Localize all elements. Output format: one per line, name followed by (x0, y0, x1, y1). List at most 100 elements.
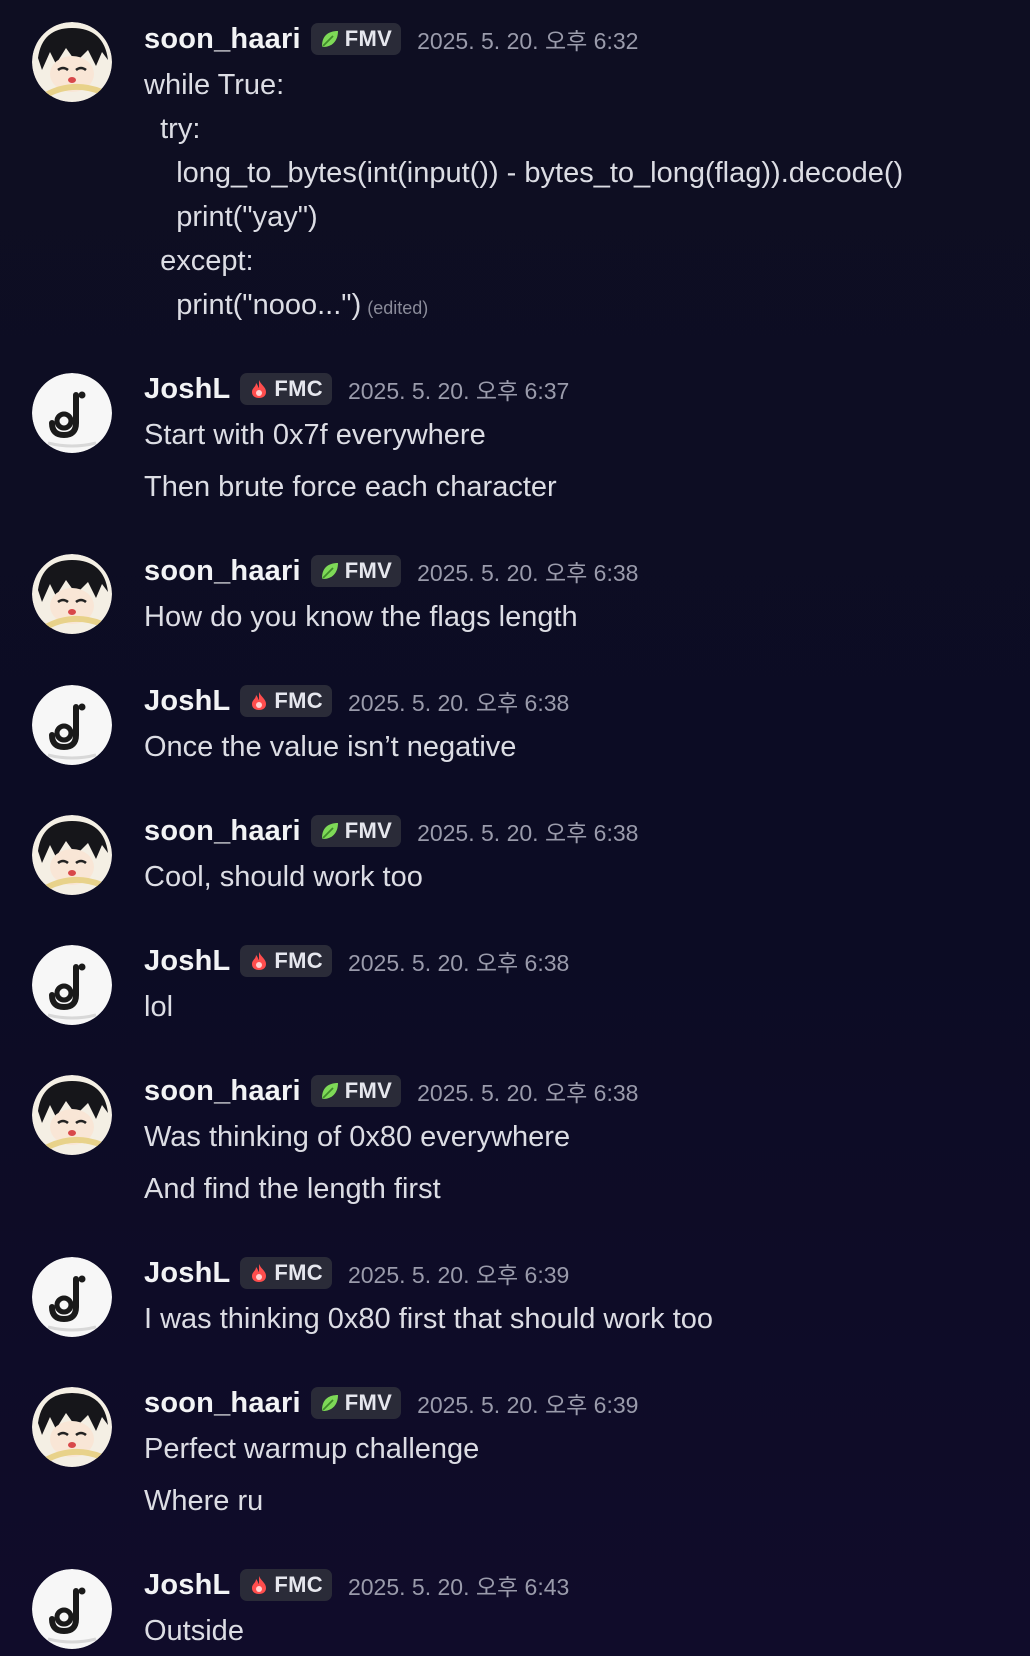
message-header: soon_haari FMV 2025. 5. 20. 오후 6:38 (144, 554, 638, 588)
username[interactable]: soon_haari (144, 23, 301, 56)
j-logo-avatar-icon (32, 1257, 112, 1337)
message-text-line: print("yay") (144, 201, 318, 233)
flame-icon (252, 1264, 267, 1282)
message-header: soon_haari FMV 2025. 5. 20. 오후 6:38 (144, 1074, 638, 1108)
username[interactable]: JoshL (144, 1257, 230, 1290)
guild-tag-label: FMC (274, 688, 323, 713)
message-header: JoshL FMC 2025. 5. 20. 오후 6:38 (144, 944, 569, 978)
message-text-line: long_to_bytes(int(input()) - bytes_to_lo… (144, 157, 904, 189)
timestamp[interactable]: 2025. 5. 20. 오후 6:39 (417, 1386, 638, 1420)
timestamp[interactable]: 2025. 5. 20. 오후 6:39 (348, 1256, 569, 1290)
guild-tag-label: FMC (274, 376, 323, 401)
message-text-line: How do you know the flags length (144, 601, 578, 633)
flame-icon (252, 692, 267, 710)
message-header: JoshL FMC 2025. 5. 20. 오후 6:38 (144, 684, 569, 718)
username[interactable]: soon_haari (144, 555, 301, 588)
guild-tag-label: FMC (274, 1572, 323, 1597)
message-text-line: Once the value isn’t negative (144, 731, 517, 763)
avatar[interactable] (32, 945, 112, 1025)
guild-tag-badge[interactable]: FMV (310, 815, 402, 847)
guild-tag-badge[interactable]: FMC (240, 1257, 332, 1289)
message-text-line: Outside (144, 1615, 244, 1647)
avatar[interactable] (32, 22, 112, 102)
message-header: soon_haari FMV 2025. 5. 20. 오후 6:38 (144, 814, 638, 848)
avatar[interactable] (32, 1075, 112, 1155)
leaf-icon (321, 1083, 338, 1099)
message-text-line: print("nooo...") (edited) (144, 285, 428, 328)
username[interactable]: JoshL (144, 685, 230, 718)
message-header: JoshL FMC 2025. 5. 20. 오후 6:37 (144, 372, 569, 406)
timestamp[interactable]: 2025. 5. 20. 오후 6:38 (417, 814, 638, 848)
guild-tag-badge[interactable]: FMC (240, 373, 332, 405)
message-text-line: try: (144, 113, 201, 145)
username[interactable]: JoshL (144, 373, 230, 406)
anime-girl-avatar-icon (32, 554, 112, 634)
guild-tag-badge[interactable]: FMV (310, 1075, 402, 1107)
guild-tag-label: FMV (344, 1078, 393, 1103)
guild-tag-label: FMC (274, 1260, 323, 1285)
timestamp[interactable]: 2025. 5. 20. 오후 6:38 (348, 684, 569, 718)
guild-tag-badge[interactable]: FMC (240, 1569, 332, 1601)
message-header: JoshL FMC 2025. 5. 20. 오후 6:39 (144, 1256, 569, 1290)
message-text-line: Cool, should work too (144, 861, 423, 893)
anime-girl-avatar-icon (32, 1075, 112, 1155)
flame-icon (252, 1576, 267, 1594)
username[interactable]: soon_haari (144, 1075, 301, 1108)
message-text-line: except: (144, 245, 254, 277)
guild-tag-badge[interactable]: FMC (240, 945, 332, 977)
j-logo-avatar-icon (32, 373, 112, 453)
timestamp[interactable]: 2025. 5. 20. 오후 6:38 (417, 1074, 638, 1108)
message-text-line: Where ru (144, 1485, 264, 1517)
anime-girl-avatar-icon (32, 815, 112, 895)
anime-girl-avatar-icon (32, 1387, 112, 1467)
leaf-icon (321, 31, 338, 47)
timestamp[interactable]: 2025. 5. 20. 오후 6:37 (348, 372, 569, 406)
username[interactable]: JoshL (144, 945, 230, 978)
leaf-icon (321, 563, 338, 579)
avatar[interactable] (32, 685, 112, 765)
message-text: print("nooo...") (144, 289, 362, 321)
edited-label: (edited) (367, 298, 429, 318)
message-text-line: Was thinking of 0x80 everywhere (144, 1121, 571, 1153)
guild-tag-label: FMV (344, 26, 393, 51)
message-header: soon_haari FMV 2025. 5. 20. 오후 6:32 (144, 22, 638, 56)
message-text-line: Perfect warmup challenge (144, 1433, 480, 1465)
guild-tag-label: FMV (344, 818, 393, 843)
j-logo-avatar-icon (32, 945, 112, 1025)
timestamp[interactable]: 2025. 5. 20. 오후 6:38 (348, 944, 569, 978)
flame-icon (252, 380, 267, 398)
guild-tag-badge[interactable]: FMV (310, 555, 402, 587)
timestamp[interactable]: 2025. 5. 20. 오후 6:38 (417, 554, 638, 588)
message-header: JoshL FMC 2025. 5. 20. 오후 6:43 (144, 1568, 569, 1602)
flame-icon (252, 952, 267, 970)
message-text-line: lol (144, 991, 174, 1023)
j-logo-avatar-icon (32, 1569, 112, 1649)
message-text-line: Then brute force each character (144, 471, 557, 503)
timestamp[interactable]: 2025. 5. 20. 오후 6:43 (348, 1568, 569, 1602)
message-text-line: And find the length first (144, 1173, 441, 1205)
avatar[interactable] (32, 373, 112, 453)
guild-tag-label: FMC (274, 948, 323, 973)
timestamp[interactable]: 2025. 5. 20. 오후 6:32 (417, 22, 638, 56)
username[interactable]: soon_haari (144, 815, 301, 848)
leaf-icon (321, 823, 338, 839)
leaf-icon (321, 1395, 338, 1411)
anime-girl-avatar-icon (32, 22, 112, 102)
avatar[interactable] (32, 1257, 112, 1337)
guild-tag-label: FMV (344, 558, 393, 583)
avatar[interactable] (32, 1569, 112, 1649)
username[interactable]: soon_haari (144, 1387, 301, 1420)
message-header: soon_haari FMV 2025. 5. 20. 오후 6:39 (144, 1386, 638, 1420)
message-text-line: Start with 0x7f everywhere (144, 419, 486, 451)
guild-tag-badge[interactable]: FMV (310, 23, 402, 55)
avatar[interactable] (32, 554, 112, 634)
guild-tag-badge[interactable]: FMC (240, 685, 332, 717)
username[interactable]: JoshL (144, 1569, 230, 1602)
message-text-line: I was thinking 0x80 first that should wo… (144, 1303, 714, 1335)
avatar[interactable] (32, 815, 112, 895)
avatar[interactable] (32, 1387, 112, 1467)
message-text-line: while True: (144, 69, 285, 101)
guild-tag-badge[interactable]: FMV (310, 1387, 402, 1419)
guild-tag-label: FMV (344, 1390, 393, 1415)
j-logo-avatar-icon (32, 685, 112, 765)
